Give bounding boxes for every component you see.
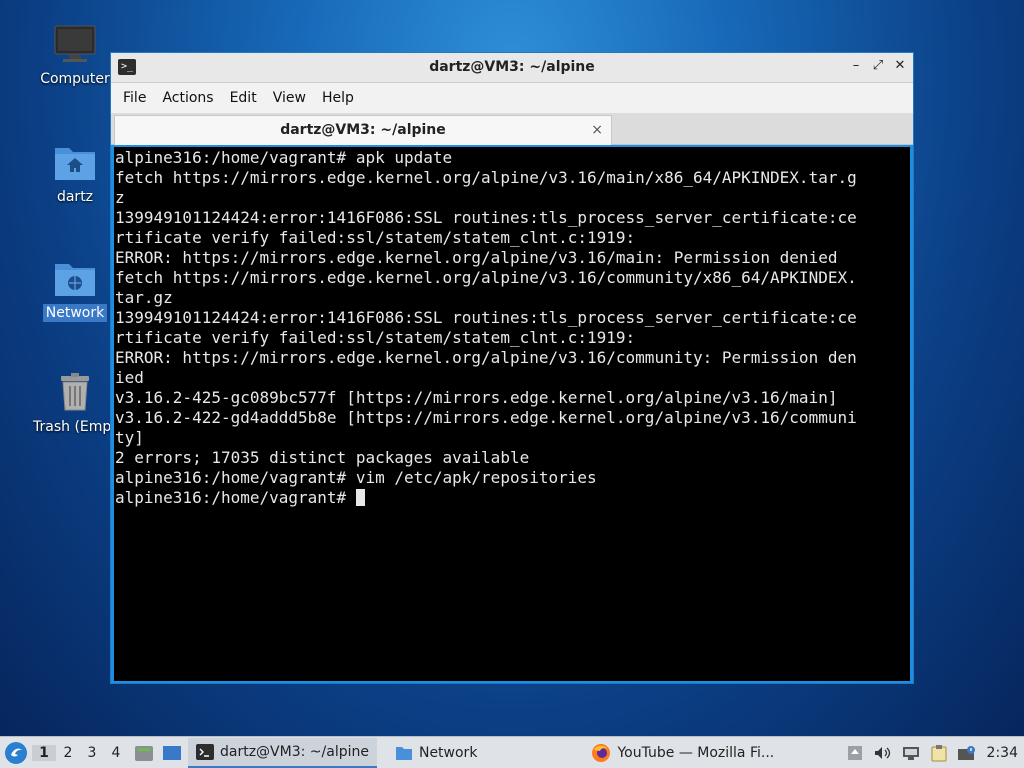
terminal-line: ERROR: https://mirrors.edge.kernel.org/a… [115,248,838,267]
terminal-line: v3.16.2-425-gc089bc577f [https://mirrors… [115,388,838,407]
system-tray: 2:34 [847,737,1024,768]
workspace-4[interactable]: 4 [104,745,128,761]
terminal-tab[interactable]: dartz@VM3: ~/alpine × [114,115,612,145]
volume-icon[interactable] [873,745,891,761]
maximize-button[interactable]: ⤢ [871,58,885,73]
window-titlebar[interactable]: >_ dartz@VM3: ~/alpine – ⤢ ✕ [111,53,913,83]
clock[interactable]: 2:34 [987,745,1018,761]
terminal-line: ERROR: https://mirrors.edge.kernel.org/a… [115,348,857,367]
desktop-icon-computer[interactable]: Computer [30,24,120,88]
desktop-icon-home[interactable]: dartz [30,142,120,206]
workspace-2[interactable]: 2 [56,745,80,761]
file-manager-launcher-icon[interactable] [134,744,154,762]
menu-file[interactable]: File [117,90,152,106]
window-title: dartz@VM3: ~/alpine [429,59,595,75]
terminal-line: tar.gz [115,288,173,307]
desktop-icon-trash[interactable]: Trash (Empty) [30,372,131,436]
terminal-line: z [115,188,125,207]
terminal-line: 2 errors; 17035 distinct packages availa… [115,448,530,467]
terminal-prompt: alpine316:/home/vagrant# [115,488,356,507]
minimize-button[interactable]: – [849,58,863,73]
terminal-task-icon [196,743,214,760]
menu-actions[interactable]: Actions [156,90,219,106]
trash-icon [53,372,97,412]
show-desktop-icon[interactable] [162,744,182,762]
terminal-window: >_ dartz@VM3: ~/alpine – ⤢ ✕ File Action… [110,52,914,684]
desktop-icon-label: Network [42,304,108,322]
home-folder-icon [53,142,97,182]
network-status-icon[interactable] [901,745,921,761]
terminal-line: ty] [115,428,144,447]
firefox-icon [592,743,611,762]
monitor-icon [53,24,97,64]
task-label: YouTube — Mozilla Fi... [617,744,775,761]
network-folder-icon [53,258,97,298]
terminal-line: 139949101124424:error:1416F086:SSL routi… [115,308,857,327]
workspace-1[interactable]: 1 [32,744,56,761]
workspace-3[interactable]: 3 [80,745,104,761]
terminal-line: fetch https://mirrors.edge.kernel.org/al… [115,268,857,287]
task-label: Network [418,744,478,761]
terminal-prompt-line: alpine316:/home/vagrant# [115,488,910,508]
task-label: dartz@VM3: ~/alpine [220,743,369,760]
task-network[interactable]: Network [387,737,485,768]
desktop-icon-label: Computer [40,71,110,87]
network-folder-task-icon [395,746,412,760]
terminal-output[interactable]: alpine316:/home/vagrant# apk update fetc… [114,147,910,681]
terminal-line: alpine316:/home/vagrant# vim /etc/apk/re… [115,468,597,487]
menu-bar: File Actions Edit View Help [111,83,913,113]
taskbar: 1 2 3 4 dartz@VM3: ~/alpine Network YouT… [0,736,1024,768]
notification-icon[interactable] [957,745,977,761]
start-menu-button[interactable] [0,737,32,768]
text-cursor [355,489,365,506]
task-firefox[interactable]: YouTube — Mozilla Fi... [583,737,782,768]
menu-view[interactable]: View [267,90,312,106]
terminal-line: v3.16.2-422-gd4addd5b8e [https://mirrors… [115,408,857,427]
menu-help[interactable]: Help [316,90,360,106]
terminal-line: alpine316:/home/vagrant# apk update [115,148,453,167]
menu-edit[interactable]: Edit [224,90,263,106]
update-icon[interactable] [847,745,863,761]
terminal-line: rtificate verify failed:ssl/statem/state… [115,328,636,347]
task-terminal[interactable]: dartz@VM3: ~/alpine [188,737,377,768]
lxqt-logo-icon [5,741,27,764]
terminal-line: fetch https://mirrors.edge.kernel.org/al… [115,168,857,187]
tab-bar: dartz@VM3: ~/alpine × [111,113,913,145]
terminal-line: rtificate verify failed:ssl/statem/state… [115,228,636,247]
terminal-line: ied [115,368,144,387]
desktop-icon-label: dartz [56,189,94,205]
terminal-line: 139949101124424:error:1416F086:SSL routi… [115,208,857,227]
clipboard-icon[interactable] [931,744,947,762]
tab-close-icon[interactable]: × [591,116,603,144]
desktop-icon-network[interactable]: Network [30,258,120,322]
tab-title: dartz@VM3: ~/alpine [280,122,446,138]
close-button[interactable]: ✕ [893,58,907,73]
